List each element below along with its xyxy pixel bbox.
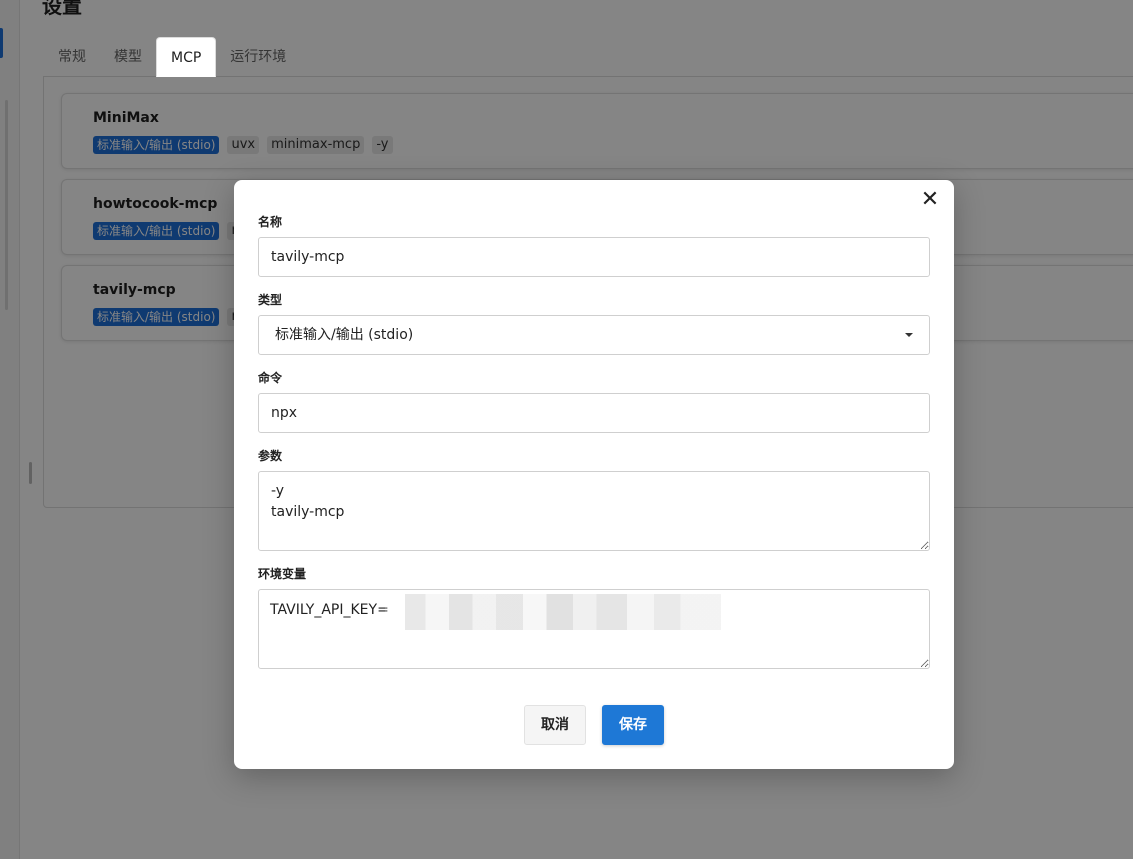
type-select-value: 标准输入/输出 (stdio) [275,327,414,343]
redacted-value [385,594,721,630]
cancel-button[interactable]: 取消 [524,705,586,745]
args-textarea[interactable]: -y tavily-mcp [258,471,930,551]
caret-down-icon [905,333,913,337]
name-label: 名称 [258,215,283,229]
save-button[interactable]: 保存 [602,705,664,745]
env-label: 环境变量 [258,567,307,581]
args-label: 参数 [258,449,283,463]
command-input[interactable] [258,393,930,433]
close-icon[interactable]: ✕ [918,188,942,212]
env-key-text: TAVILY_API_KEY= [270,602,389,618]
type-select[interactable]: 标准输入/输出 (stdio) [258,315,930,355]
type-label: 类型 [258,293,283,307]
name-input[interactable] [258,237,930,277]
tab-mcp[interactable]: MCP [156,37,217,77]
edit-server-dialog: ✕ 名称 类型 标准输入/输出 (stdio) 命令 参数 -y tavily-… [234,180,954,769]
command-label: 命令 [258,371,283,385]
